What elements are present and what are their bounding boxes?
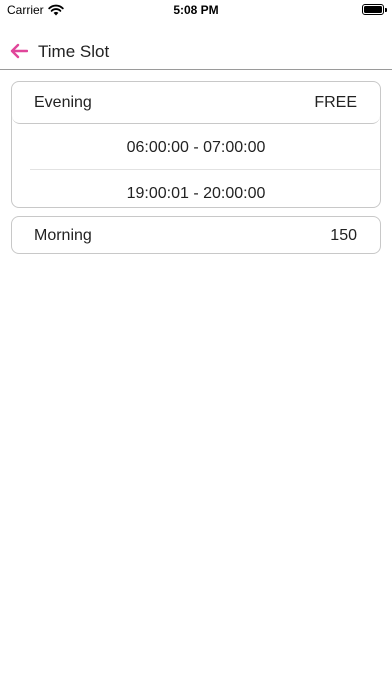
- slot-group-price: FREE: [314, 94, 357, 111]
- page-title: Time Slot: [38, 42, 110, 61]
- status-time: 5:08 PM: [173, 3, 219, 17]
- navigation-bar: Time Slot: [0, 32, 392, 70]
- battery-icon: [362, 4, 384, 15]
- slot-group-header-evening[interactable]: Evening FREE: [12, 82, 380, 124]
- back-button[interactable]: [8, 40, 30, 62]
- slot-group-header-morning[interactable]: Morning 150: [12, 217, 380, 253]
- slot-group-price: 150: [330, 227, 357, 244]
- slot-group-morning: Morning 150: [11, 216, 381, 254]
- battery-tip: [385, 8, 387, 12]
- time-slot-item[interactable]: 06:00:00 - 07:00:00: [12, 124, 380, 170]
- time-slot-label: 19:00:01 - 20:00:00: [126, 185, 266, 202]
- status-bar: Carrier 5:08 PM: [0, 0, 392, 22]
- arrow-left-icon: [10, 43, 28, 59]
- slot-group-evening: Evening FREE 06:00:00 - 07:00:00 19:00:0…: [11, 81, 381, 208]
- slot-group-name: Morning: [34, 227, 92, 244]
- time-slot-item[interactable]: 19:00:01 - 20:00:00: [12, 170, 380, 216]
- time-slot-label: 06:00:00 - 07:00:00: [126, 139, 266, 156]
- slot-group-name: Evening: [34, 94, 92, 111]
